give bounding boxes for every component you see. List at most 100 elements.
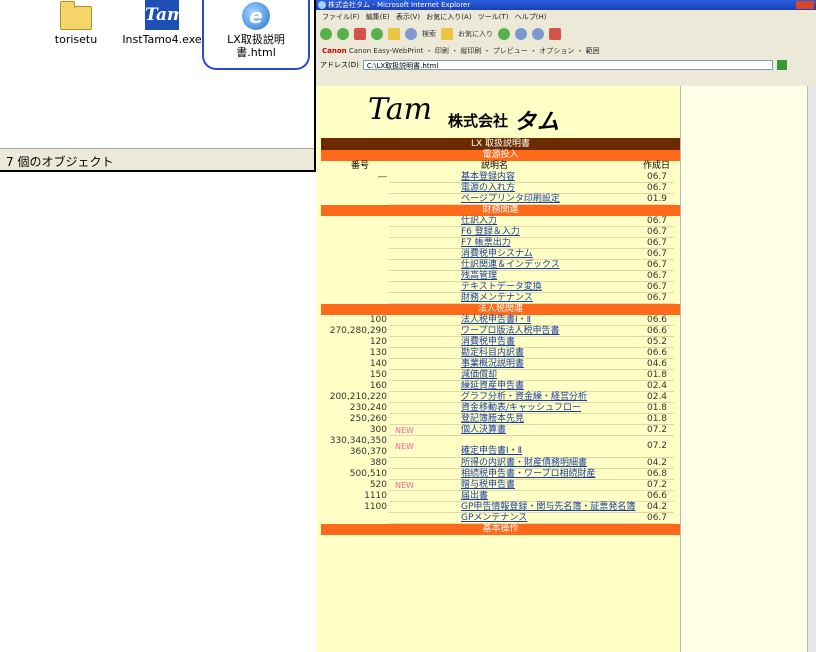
back-icon[interactable] (320, 28, 332, 40)
manual-link[interactable]: ページプリンタ印刷設定 (461, 194, 560, 205)
col-name: 説明名 (481, 161, 509, 171)
company-logo: Tam 株式会社 タム (368, 92, 561, 135)
row-number: 270,280,290 (329, 326, 387, 336)
manual-document: Tam 株式会社 タム LX 取扱説明書 電源投入 番号 説明名 作成日 ― 基本登録内容 0… (316, 86, 680, 652)
table-row: ― 基本登録内容 06.7 (321, 172, 680, 183)
manual-link[interactable]: 勘定科目内訳書 (461, 348, 524, 359)
stop-icon[interactable] (354, 28, 366, 40)
manual-link[interactable]: 所得の内訳書・財産債務明細書 (461, 458, 587, 469)
table-row: 330,340,350 360,370 確定申告書Ⅰ・Ⅱ NEW 07.2 (321, 436, 680, 458)
folder-icon (60, 1, 92, 30)
document-title-bar: LX 取扱説明書 (321, 138, 680, 150)
canon-print-bar[interactable]: Canon Canon Easy-WebPrint ・ 印刷 ・ 縦印刷 ・ プ… (316, 44, 816, 58)
manual-link[interactable]: 相続税申告書・ワープロ相続財産 (461, 469, 595, 480)
manual-link[interactable]: GP申告情報登録・関与先名簿・証票発名簿 (461, 502, 635, 513)
manual-link[interactable]: 個人決算書 (461, 425, 506, 436)
table-row: 300 個人決算書 NEW 07.2 (321, 425, 680, 436)
manual-link[interactable]: 登記簿謄本先見 (461, 414, 524, 425)
row-date: 06.7 (646, 293, 668, 303)
manual-link[interactable]: 事業概況説明書 (461, 359, 524, 370)
table-row: 520 贈与税申告書 NEW 07.2 (321, 480, 680, 491)
manual-link[interactable]: 法人税申告書Ⅰ・Ⅱ (461, 315, 531, 326)
file-icon-torisetu[interactable]: torisetu (34, 0, 118, 46)
search-label[interactable]: 検索 (422, 29, 436, 39)
row-date: 01.8 (646, 403, 668, 413)
vertical-scrollbar[interactable] (807, 86, 816, 652)
manual-link[interactable]: テキストデータ変換 (461, 282, 542, 293)
table-row: 1100 GP申告情報登録・関与先名簿・証票発名簿 04.2 (321, 502, 680, 513)
row-number: 230,240 (349, 403, 387, 413)
row-date: 06.7 (646, 282, 668, 292)
go-icon[interactable] (776, 60, 787, 70)
manual-link[interactable]: 確定申告書Ⅰ・Ⅱ (461, 446, 522, 457)
row-number: 250,260 (349, 414, 387, 424)
forward-icon[interactable] (337, 28, 349, 40)
search-icon[interactable] (405, 28, 417, 40)
row-date: 06.6 (646, 348, 668, 358)
row-date: 04.2 (646, 458, 668, 468)
table-row: 電源の入れ方 06.7 (321, 183, 680, 194)
table-row: 500,510 相続税申告書・ワープロ相続財産 06.8 (321, 469, 680, 480)
edit-icon[interactable] (549, 28, 561, 40)
manual-link[interactable]: 電源の入れ方 (461, 183, 515, 194)
row-date: 04.2 (646, 502, 668, 512)
row-date: 06.7 (646, 260, 668, 270)
file-icon-insttamo[interactable]: Tam InstTamo4.exe (120, 0, 204, 46)
manual-link[interactable]: 消費税申シスナム (461, 249, 533, 260)
manual-link[interactable]: 届出書 (461, 491, 488, 502)
menu-bar[interactable]: ファイル(F) 編集(E) 表示(V) お気に入り(A) ツール(T) ヘルプ(… (316, 10, 816, 24)
file-label: torisetu (54, 33, 98, 46)
manual-link[interactable]: F6 登録＆入力 (461, 227, 520, 238)
manual-link[interactable]: 残高管理 (461, 271, 497, 282)
table-row: 130 勘定科目内訳書 06.6 (321, 348, 680, 359)
row-number: 120 (369, 337, 387, 347)
row-date: 05.2 (646, 337, 668, 347)
favorites-label[interactable]: お気に入り (458, 29, 493, 39)
close-icon[interactable] (796, 1, 814, 9)
history-icon[interactable] (498, 28, 510, 40)
col-number: 番号 (351, 161, 370, 171)
row-date: 02.4 (646, 381, 668, 391)
row-date: 07.2 (646, 425, 668, 435)
refresh-icon[interactable] (371, 28, 383, 40)
row-date: 06.7 (646, 227, 668, 237)
manual-link[interactable]: 資金移動表/キャッシュフロー (461, 403, 581, 414)
explorer-folder-window: torisetu Tam InstTamo4.exe e LX取扱説明 書.ht… (0, 0, 316, 172)
manual-link[interactable]: 仕訳入力 (461, 216, 497, 227)
row-date: 06.6 (646, 315, 668, 325)
file-icon-lx-manual-html[interactable]: e LX取扱説明 書.html (202, 0, 310, 70)
table-row: 200,210,220 グラフ分析・資金繰・経営分析 02.4 (321, 392, 680, 403)
address-input[interactable]: C:\LX取扱説明書.html (362, 60, 773, 70)
manual-link[interactable]: ワープロ版法人税申告書 (461, 326, 559, 337)
manual-link[interactable]: 消費税申告書 (461, 337, 515, 348)
mail-icon[interactable] (515, 28, 527, 40)
manual-link[interactable]: GPメンテナンス (461, 513, 527, 524)
manual-link[interactable]: グラフ分析・資金繰・経営分析 (461, 392, 587, 403)
row-date: 06.7 (646, 183, 668, 193)
row-name-cell: 確定申告書Ⅰ・Ⅱ NEW (391, 441, 522, 456)
title-bar[interactable]: 株式会社タム - Microsoft Internet Explorer (316, 0, 816, 10)
table-row: 230,240 資金移動表/キャッシュフロー 01.8 (321, 403, 680, 414)
table-row: GPメンテナンス 06.7 (321, 513, 680, 524)
ie-html-icon: e (242, 2, 270, 30)
manual-link[interactable]: 繰延資産申告書 (461, 381, 524, 392)
manual-link[interactable]: 基本登録内容 (461, 172, 515, 183)
star-icon[interactable] (441, 28, 453, 40)
print-icon[interactable] (532, 28, 544, 40)
row-number: 330,340,350 360,370 (329, 436, 387, 457)
manual-link[interactable]: 減価償却 (461, 370, 497, 381)
file-label: LX取扱説明 書.html (227, 33, 285, 59)
col-date: 作成日 (643, 161, 671, 171)
manual-link[interactable]: F7 帳票出力 (461, 238, 511, 249)
row-date: 01.8 (646, 370, 668, 380)
table-row: 100 法人税申告書Ⅰ・Ⅱ 06.6 (321, 315, 680, 326)
home-icon[interactable] (388, 28, 400, 40)
manual-link[interactable]: 贈与税申告書 (461, 480, 515, 491)
table-row: 120 消費税申告書 05.2 (321, 337, 680, 348)
table-row: 150 減価償却 01.8 (321, 370, 680, 381)
row-number: 380 (369, 458, 387, 468)
table-row: 250,260 登記簿謄本先見 01.8 (321, 414, 680, 425)
manual-link[interactable]: 仕訳関連＆インデックス (461, 260, 560, 271)
row-number: 1100 (364, 502, 387, 512)
manual-link[interactable]: 財務メンテナンス (461, 293, 533, 304)
